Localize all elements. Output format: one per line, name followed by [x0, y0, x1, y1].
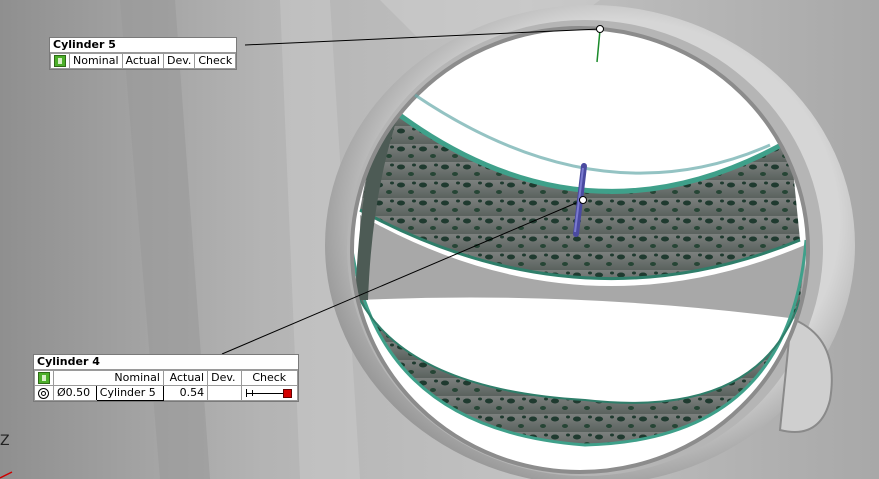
cylinder5-status-cell — [50, 53, 70, 69]
cylinder4-symbol-cell — [34, 385, 54, 401]
cylinder5-anchor-point[interactable] — [596, 25, 604, 33]
cylinder4-header-dev: Dev. — [207, 370, 242, 386]
axis-label-z: Z — [0, 433, 10, 449]
cylinder5-header-check: Check — [194, 53, 237, 69]
cylinder5-header-nominal: Nominal — [69, 53, 123, 69]
cylinder4-tolerance: Ø0.50 — [53, 385, 97, 401]
out-of-tolerance-marker — [283, 389, 293, 398]
cylinder4-table: Nominal Actual Dev. Check Ø0.50 Cylinder… — [34, 370, 299, 401]
cylinder4-check-cell — [240, 385, 299, 401]
cylinder5-header-actual: Actual — [121, 53, 164, 69]
cylinder5-header-table: Nominal Actual Dev. Check — [50, 53, 237, 69]
check-gauge — [246, 388, 293, 398]
cylinder4-header-nominal: Nominal — [53, 370, 164, 386]
cylinder4-dev — [207, 385, 242, 401]
concentricity-icon — [38, 387, 49, 399]
cylinder5-title: Cylinder 5 — [50, 38, 237, 53]
cylinder4-header-actual: Actual — [162, 370, 209, 386]
cylinder5-header-dev: Dev. — [162, 53, 196, 69]
green-status-icon — [54, 55, 66, 67]
cylinder4-actual: 0.54 — [162, 385, 209, 401]
cylinder5-label[interactable]: Cylinder 5 Nominal Actual Dev. Check — [49, 37, 238, 70]
cylinder4-label[interactable]: Cylinder 4 Nominal Actual Dev. Check Ø0.… — [33, 354, 299, 402]
3d-viewport[interactable] — [0, 0, 879, 479]
cylinder4-reference: Cylinder 5 — [95, 385, 164, 401]
cylinder4-header-check: Check — [240, 370, 299, 386]
cylinder4-status-cell — [34, 370, 54, 386]
cylinder4-title: Cylinder 4 — [34, 355, 298, 370]
cylinder4-anchor-point[interactable] — [579, 196, 587, 204]
green-status-icon — [38, 372, 50, 384]
